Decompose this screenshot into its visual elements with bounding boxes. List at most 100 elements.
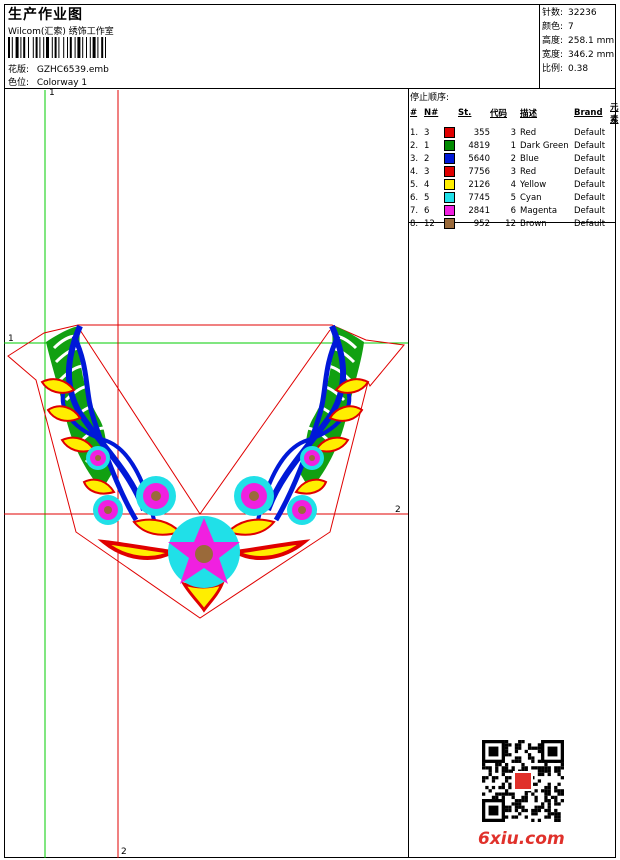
guide-label-h1: 1 [8, 334, 14, 344]
color-swatch [444, 140, 455, 151]
central-flower [168, 516, 240, 588]
small-flowers [86, 446, 324, 525]
color-swatch [444, 166, 455, 177]
row-code: 4 [510, 179, 516, 190]
width-value: 346.2 mm [568, 50, 615, 60]
row-stitches: 7745 [468, 192, 490, 203]
row-index: 2. [410, 140, 419, 151]
row-index: 7. [410, 205, 419, 216]
height-row: 高度: 258.1 mm [542, 34, 614, 48]
colorway-value: Colorway 1 [36, 78, 88, 88]
row-brand: Default [574, 140, 606, 151]
color-swatch [444, 218, 455, 229]
row-description: Magenta [520, 205, 558, 216]
header-divider [4, 88, 616, 89]
table-header-row: # N# St. 代码 描述 Brand 元素 [408, 101, 620, 126]
row-stitches: 2126 [468, 179, 490, 190]
row-index: 5. [410, 179, 419, 190]
row-brand: Default [574, 192, 606, 203]
color-count-row: 颜色: 7 [542, 20, 614, 34]
color-swatch [444, 205, 455, 216]
col-needle: N# [424, 108, 439, 118]
row-brand: Default [574, 179, 606, 190]
table-row: 2. 1 4819 1 Dark Green Default [408, 139, 620, 152]
color-swatch [444, 153, 455, 164]
row-swatch [444, 191, 458, 204]
row-index: 3. [410, 153, 419, 164]
table-row: 5. 4 2126 4 Yellow Default [408, 178, 620, 191]
row-description: Dark Green [520, 140, 569, 151]
qr-code-image [482, 740, 564, 822]
row-needle: 6 [424, 205, 430, 216]
colorway-label: 色位: [8, 78, 30, 88]
guide-label-v2: 2 [121, 847, 127, 857]
row-needle: 12 [424, 218, 435, 229]
row-stitches: 4819 [468, 140, 490, 151]
row-stitches: 355 [473, 127, 490, 138]
row-brand: Default [574, 218, 606, 229]
row-stitches: 952 [473, 218, 490, 229]
studio-name: Wilcom(汇索) 绣饰工作室 [8, 27, 114, 37]
scale-row: 比例: 0.38 [542, 62, 614, 76]
row-code: 1 [510, 140, 516, 151]
row-needle: 1 [424, 140, 430, 151]
col-index: # [410, 108, 418, 118]
table-row: 8. 12 952 12 Brown Default [408, 217, 620, 230]
row-description: Red [520, 127, 537, 138]
color-swatch [444, 179, 455, 190]
row-swatch [444, 126, 458, 139]
colorway-row: 色位: Colorway 1 [8, 75, 87, 88]
table-row: 7. 6 2841 6 Magenta Default [408, 204, 620, 217]
row-index: 1. [410, 127, 419, 138]
row-swatch [444, 165, 458, 178]
row-description: Red [520, 166, 537, 177]
scale-label: 比例: [542, 64, 564, 74]
row-swatch [444, 178, 458, 191]
width-label: 宽度: [542, 50, 564, 60]
row-needle: 5 [424, 192, 430, 203]
width-row: 宽度: 346.2 mm [542, 48, 614, 62]
row-code: 12 [505, 218, 516, 229]
col-element: 元素 [610, 103, 619, 125]
col-code: 代码 [490, 109, 508, 119]
row-stitches: 7756 [468, 166, 490, 177]
row-brand: Default [574, 153, 606, 164]
row-swatch [444, 217, 458, 230]
row-index: 4. [410, 166, 419, 177]
row-code: 3 [510, 166, 516, 177]
table-row: 6. 5 7745 5 Cyan Default [408, 191, 620, 204]
col-description: 描述 [520, 109, 538, 119]
embroidery-motif [40, 324, 370, 613]
row-brand: Default [574, 127, 606, 138]
row-description: Brown [520, 218, 547, 229]
watermark-text: 6xiu.com [478, 829, 565, 849]
design-file-row: 花版: GZHC6539.emb [8, 62, 109, 75]
row-swatch [444, 139, 458, 152]
height-label: 高度: [542, 36, 564, 46]
row-stitches: 2841 [468, 205, 490, 216]
table-row: 4. 3 7756 3 Red Default [408, 165, 620, 178]
row-code: 5 [510, 192, 516, 203]
embroidery-design-canvas [4, 90, 408, 858]
row-code: 3 [510, 127, 516, 138]
guide-label-v1: 1 [49, 88, 55, 98]
row-index: 6. [410, 192, 419, 203]
row-needle: 3 [424, 127, 430, 138]
design-file-label: 花版: [8, 65, 30, 75]
row-needle: 3 [424, 166, 430, 177]
stitch-count-row: 针数: 32236 [542, 6, 614, 20]
stop-sequence-table: # N# St. 代码 描述 Brand 元素 1. 3 355 3 Red Defaul… [408, 101, 620, 230]
row-stitches: 5640 [468, 153, 490, 164]
color-count-label: 颜色: [542, 22, 564, 32]
row-brand: Default [574, 166, 606, 177]
guide-label-h2: 2 [395, 505, 401, 515]
row-description: Yellow [520, 179, 547, 190]
color-count-value: 7 [568, 22, 574, 32]
row-description: Blue [520, 153, 539, 164]
row-code: 2 [510, 153, 516, 164]
row-code: 6 [510, 205, 516, 216]
stats-panel: 针数: 32236 颜色: 7 高度: 258.1 mm 宽度: 346.2 mm 比例… [542, 6, 614, 76]
barcode-image [8, 37, 106, 58]
color-swatch [444, 192, 455, 203]
page-title: 生产作业图 [8, 7, 83, 23]
